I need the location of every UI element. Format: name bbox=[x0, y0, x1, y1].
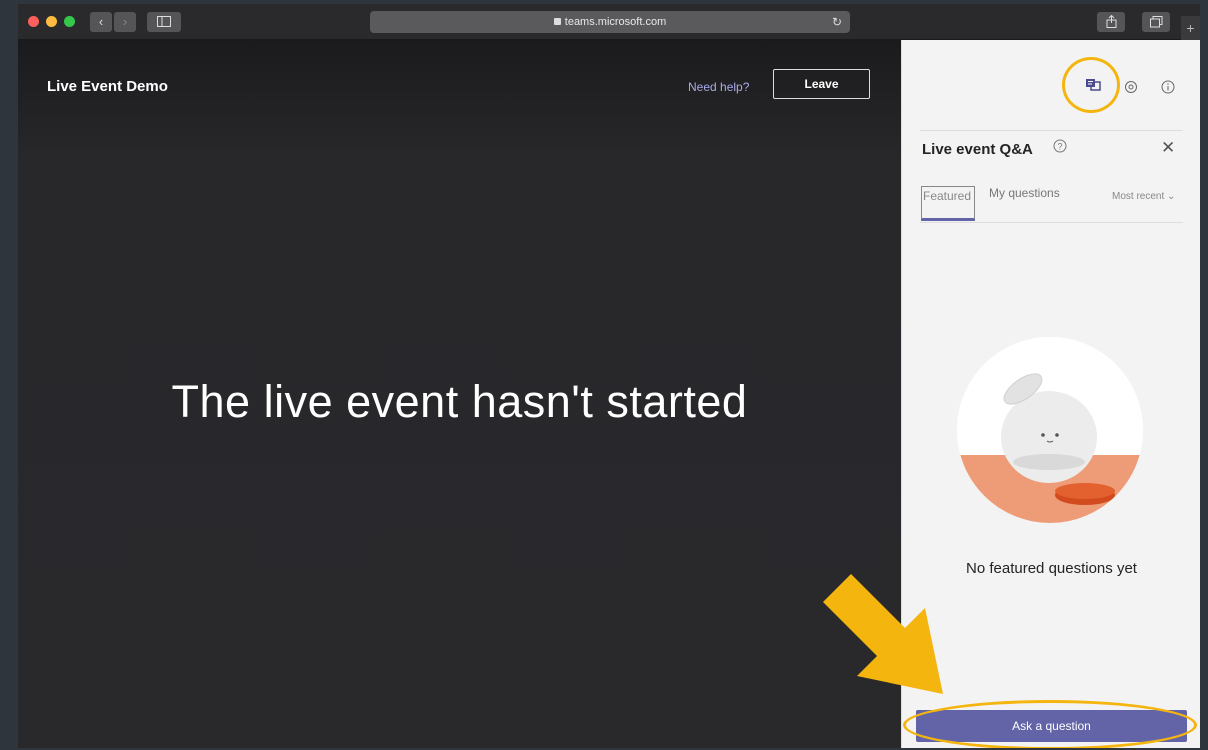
panel-divider bbox=[920, 130, 1183, 131]
browser-window: ‹ › teams.microsoft.com ↻ + Live Event D… bbox=[18, 4, 1200, 748]
lock-icon bbox=[553, 18, 561, 25]
tab-featured[interactable]: Featured bbox=[921, 186, 975, 221]
info-icon[interactable] bbox=[1161, 80, 1175, 94]
browser-toolbar: ‹ › teams.microsoft.com ↻ + bbox=[18, 4, 1200, 40]
reload-button[interactable]: ↻ bbox=[832, 11, 842, 33]
event-stage: Live Event Demo Need help? Leave The liv… bbox=[18, 40, 901, 748]
share-icon bbox=[1106, 14, 1116, 28]
tabs-icon bbox=[1149, 16, 1162, 28]
close-window-button[interactable] bbox=[28, 16, 39, 27]
ask-button-highlight-ring bbox=[903, 700, 1197, 748]
sort-dropdown[interactable]: Most recent ⌄ bbox=[1112, 191, 1175, 202]
share-button[interactable] bbox=[1097, 12, 1125, 32]
panel-icon-bar bbox=[902, 40, 1200, 130]
empty-state-illustration bbox=[957, 337, 1143, 523]
empty-state-message: No featured questions yet bbox=[966, 560, 1137, 577]
tabs-divider bbox=[920, 222, 1183, 223]
back-button[interactable]: ‹ bbox=[90, 12, 112, 32]
need-help-link[interactable]: Need help? bbox=[688, 80, 749, 94]
callout-arrow bbox=[823, 574, 943, 694]
qa-panel: Live event Q&A ? ✕ Featured My questions… bbox=[901, 40, 1200, 748]
qa-title: Live event Q&A bbox=[922, 141, 1033, 158]
event-status-message: The live event hasn't started bbox=[171, 376, 748, 427]
qa-icon-highlight-ring bbox=[1062, 57, 1120, 113]
svg-text:?: ? bbox=[1057, 142, 1062, 152]
sidebar-icon bbox=[157, 16, 171, 27]
url-text: teams.microsoft.com bbox=[564, 16, 667, 28]
leave-button[interactable]: Leave bbox=[773, 69, 870, 99]
event-title: Live Event Demo bbox=[47, 78, 168, 95]
screenshot-frame: ‹ › teams.microsoft.com ↻ + Live Event D… bbox=[0, 0, 1208, 750]
tab-my-questions[interactable]: My questions bbox=[989, 186, 1060, 200]
minimize-window-button[interactable] bbox=[46, 16, 57, 27]
settings-icon[interactable] bbox=[1124, 80, 1138, 94]
new-tab-button[interactable]: + bbox=[1181, 16, 1200, 40]
close-icon[interactable]: ✕ bbox=[1161, 138, 1175, 158]
sidebar-toggle-button[interactable] bbox=[147, 12, 181, 32]
jar-illustration bbox=[957, 337, 1143, 523]
address-bar[interactable]: teams.microsoft.com ↻ bbox=[370, 11, 850, 33]
zoom-window-button[interactable] bbox=[64, 16, 75, 27]
help-icon[interactable]: ? bbox=[1053, 139, 1067, 153]
tab-overview-button[interactable] bbox=[1142, 12, 1170, 32]
forward-button[interactable]: › bbox=[114, 12, 136, 32]
